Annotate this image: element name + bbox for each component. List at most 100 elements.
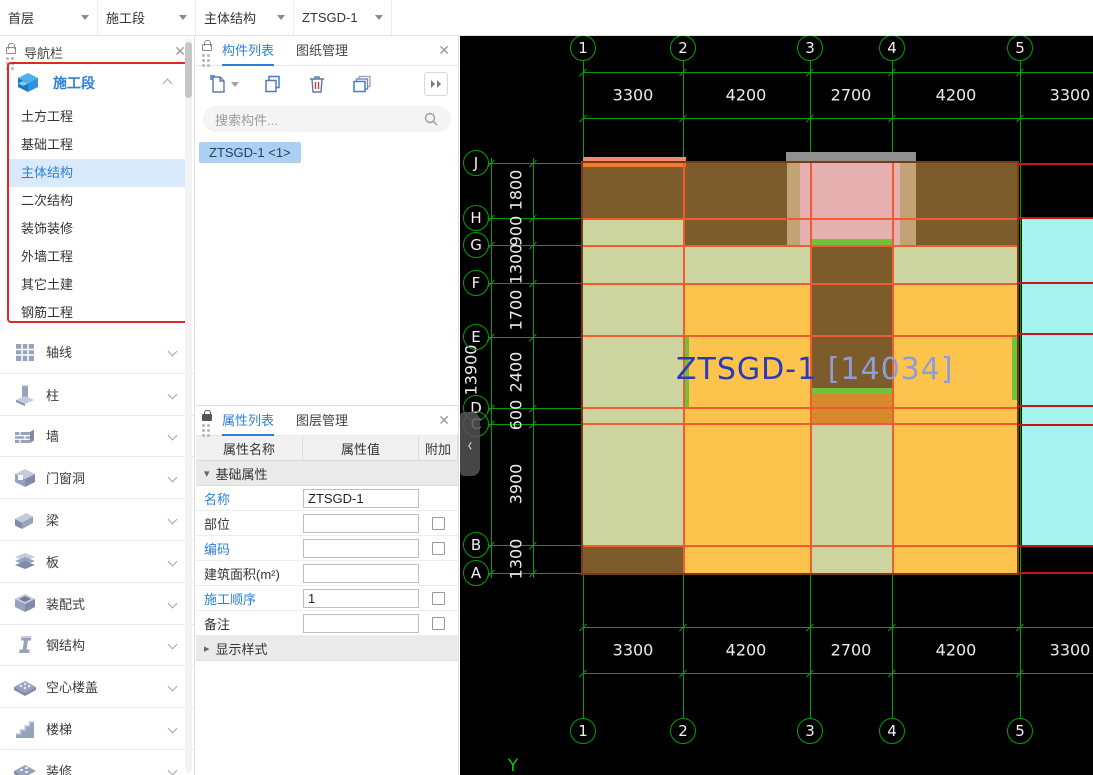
tab-图纸管理[interactable]: 图纸管理 <box>296 36 348 66</box>
attach-checkbox[interactable] <box>432 517 445 530</box>
dim-left-1800: 1800 <box>507 170 526 211</box>
axis-bubble-bottom-2: 2 <box>670 718 696 744</box>
category-row-装修[interactable]: 装修 <box>0 749 194 775</box>
property-name: 建筑面积(m²) <box>196 564 303 583</box>
slab-icon <box>12 549 38 573</box>
grid-line <box>1017 424 1093 426</box>
component-search-input[interactable]: 搜索构件... <box>203 106 451 132</box>
sidebar-item-其它土建[interactable]: 其它土建 <box>9 271 187 299</box>
new-component-button[interactable] <box>206 72 241 96</box>
tab-图层管理[interactable]: 图层管理 <box>296 406 348 436</box>
category-row-墙[interactable]: 墙 <box>0 415 194 457</box>
plan-block-cyan <box>1022 219 1093 545</box>
tab-属性列表[interactable]: 属性列表 <box>222 406 274 436</box>
property-input-备注[interactable] <box>303 614 419 633</box>
sidebar-item-二次结构[interactable]: 二次结构 <box>9 187 187 215</box>
axis-bubble-left-A: A <box>463 560 489 586</box>
chevron-down-icon <box>168 515 178 525</box>
dim-left-600: 600 <box>507 400 526 431</box>
axis-bubble-left-B: B <box>463 532 489 558</box>
attach-checkbox[interactable] <box>432 592 445 605</box>
close-icon[interactable]: ✕ <box>438 43 450 57</box>
drag-handle-icon[interactable] <box>202 424 210 437</box>
toolbar-combo-3[interactable]: 主体结构 <box>196 0 294 35</box>
sidebar-item-基础工程[interactable]: 基础工程 <box>9 131 187 159</box>
close-icon[interactable]: ✕ <box>438 413 450 427</box>
grid-line <box>1017 217 1093 219</box>
category-row-钢结构[interactable]: 钢结构 <box>0 624 194 666</box>
sidebar-item-钢筋工程[interactable]: 钢筋工程 <box>9 299 187 327</box>
property-value-cell <box>303 489 419 508</box>
axis-bubble-left-E: E <box>463 324 489 350</box>
grid-line <box>1017 572 1093 574</box>
sidebar-item-装饰装修[interactable]: 装饰装修 <box>9 215 187 243</box>
scrollbar-thumb[interactable] <box>185 42 192 98</box>
combo-value: 首层 <box>8 8 77 27</box>
property-input-部位[interactable] <box>303 514 419 533</box>
toolbar-combo-4[interactable]: ZTSGD-1 <box>294 0 392 35</box>
batch-copy-button[interactable] <box>349 72 375 96</box>
attach-checkbox[interactable] <box>432 617 445 630</box>
unlock-icon[interactable] <box>202 44 212 51</box>
dim-left-2400: 2400 <box>507 352 526 393</box>
property-input-编码[interactable] <box>303 539 419 558</box>
attach-checkbox[interactable] <box>432 542 445 555</box>
category-row-柱[interactable]: 柱 <box>0 373 194 415</box>
property-section-基础属性[interactable]: ▾基础属性 <box>196 461 458 486</box>
expand-toolbar-button[interactable] <box>424 72 448 96</box>
category-label: 柱 <box>46 385 169 404</box>
grid-line <box>488 245 583 246</box>
dim-left-1300: 1300 <box>507 244 526 285</box>
unlock-icon[interactable] <box>6 47 16 54</box>
property-input-施工顺序[interactable] <box>303 589 419 608</box>
selection-label-name: ZTSGD-1 <box>676 352 828 387</box>
finish-icon <box>12 758 38 775</box>
tab-构件列表[interactable]: 构件列表 <box>222 36 274 66</box>
property-row-施工顺序: 施工顺序 <box>196 586 458 611</box>
property-input-名称[interactable] <box>303 489 419 508</box>
property-input-建筑面积(m²)[interactable] <box>303 564 419 583</box>
prefab-icon <box>12 591 38 615</box>
toolbar-combo-2[interactable]: 施工段 <box>98 0 196 35</box>
axis-bubble-bottom-3: 3 <box>797 718 823 744</box>
delete-component-button[interactable] <box>305 72 329 96</box>
sidebar-item-外墙工程[interactable]: 外墙工程 <box>9 243 187 271</box>
lock-icon[interactable] <box>202 414 212 421</box>
category-row-板[interactable]: 板 <box>0 540 194 582</box>
category-row-楼梯[interactable]: 楼梯 <box>0 707 194 749</box>
grid-line <box>583 245 1017 247</box>
property-extra-cell <box>419 517 458 530</box>
dim-left-900: 900 <box>507 216 526 247</box>
application-window: 首层施工段主体结构ZTSGD-1 导航栏 ✕ 施工段 土方工程基础工程主体结构二… <box>0 0 1093 775</box>
property-row-备注: 备注 <box>196 611 458 636</box>
cad-viewport[interactable]: 3300330042004200270027004200420033003300… <box>460 36 1093 775</box>
sidebar-scrollbar[interactable] <box>185 38 192 773</box>
property-name: 备注 <box>196 614 303 633</box>
chevron-up-icon[interactable] <box>163 78 173 88</box>
category-label: 楼梯 <box>46 719 169 738</box>
property-extra-cell <box>419 617 458 630</box>
category-row-装配式[interactable]: 装配式 <box>0 582 194 624</box>
panel-collapse-handle[interactable]: ‹ <box>460 412 480 476</box>
grid-line <box>488 408 583 409</box>
toolbar-combo-1[interactable]: 首层 <box>0 0 98 35</box>
property-section-显示样式[interactable]: ▸显示样式 <box>196 636 458 661</box>
navigator-item-list: 土方工程基础工程主体结构二次结构装饰装修外墙工程其它土建钢筋工程 <box>9 103 187 327</box>
axis-bubble-left-G: G <box>463 232 489 258</box>
component-list-item[interactable]: ZTSGD-1 <1> <box>199 142 301 163</box>
group-header-construction-section[interactable]: 施工段 <box>9 66 187 100</box>
grid-line <box>583 283 1017 285</box>
copy-component-button[interactable] <box>261 72 285 96</box>
grid-line <box>1017 282 1093 284</box>
grid-line <box>1017 333 1093 335</box>
navigator-header: 导航栏 ✕ <box>0 36 194 64</box>
category-row-空心楼盖[interactable]: 空心楼盖 <box>0 665 194 707</box>
category-row-梁[interactable]: 梁 <box>0 498 194 540</box>
sidebar-item-主体结构[interactable]: 主体结构 <box>9 159 187 187</box>
dim-top-4200: 4200 <box>936 86 977 105</box>
category-label: 钢结构 <box>46 635 169 654</box>
category-row-门窗洞[interactable]: 门窗洞 <box>0 456 194 498</box>
sidebar-item-土方工程[interactable]: 土方工程 <box>9 103 187 131</box>
category-row-轴线[interactable]: 轴线 <box>0 331 194 373</box>
chevron-down-icon <box>179 15 187 20</box>
